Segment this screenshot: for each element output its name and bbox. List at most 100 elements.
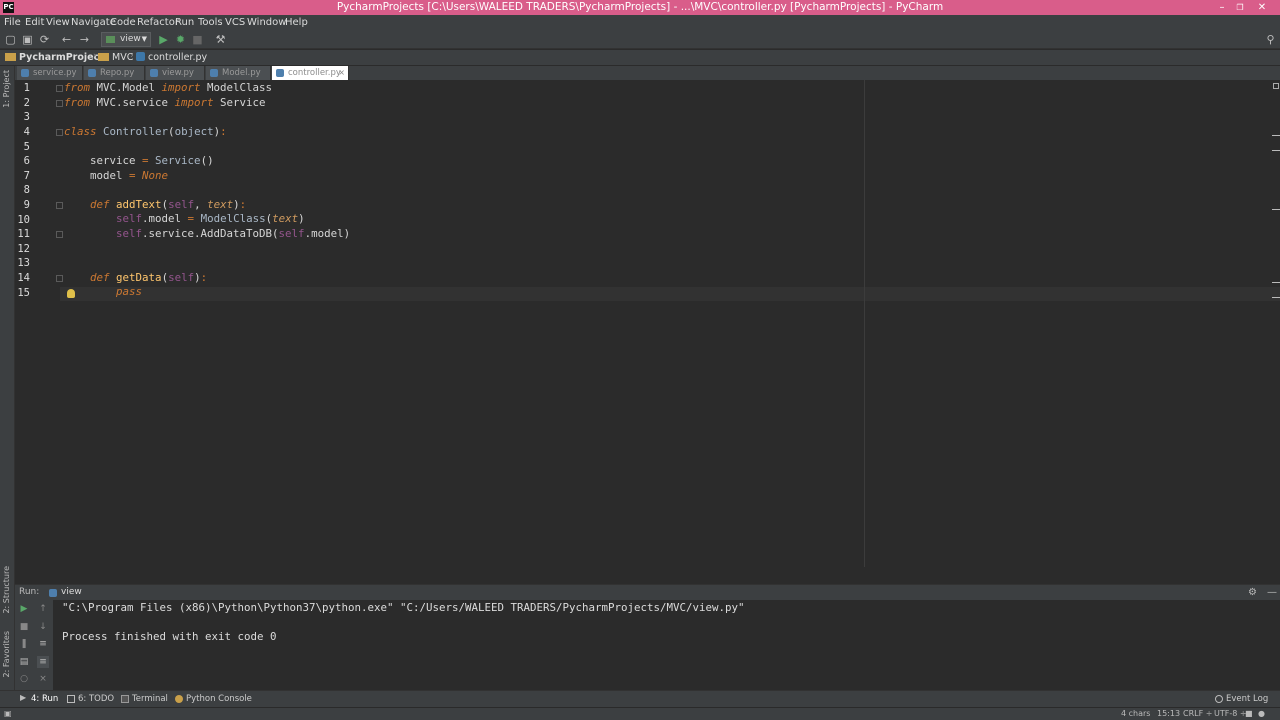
save-icon[interactable]: ▣ [21,33,34,46]
todo-tool-tab[interactable]: 6: TODO [67,694,114,704]
lock-icon[interactable]: ■ [1245,709,1253,718]
menu-tools[interactable]: Tools [198,16,223,29]
code-text[interactable]: from MVC.Model import ModelClass from MV… [64,81,350,300]
menu-window[interactable]: Window [247,16,286,29]
maximize-button[interactable]: ❐ [1231,0,1249,15]
run-config-label: view [120,34,141,44]
tab-service[interactable]: service.py [17,66,83,80]
line-number: 11 [17,228,30,240]
terminal-tool-tab[interactable]: Terminal [121,694,168,704]
line-number: 1 [23,82,30,94]
layout-icon[interactable]: ▤ [18,656,30,668]
python-file-icon [88,69,96,77]
python-file-icon [150,69,158,77]
python-file-icon [49,589,57,597]
stop-icon[interactable]: ■ [18,621,30,633]
pin-icon[interactable]: ○ [18,673,30,685]
fold-icon[interactable] [56,231,63,238]
line-number: 9 [23,199,30,211]
structure-tool-button[interactable]: 2: Structure [2,566,11,614]
search-icon[interactable]: ⚲ [1264,33,1277,46]
menu-file[interactable]: File [4,16,21,29]
status-encoding[interactable]: UTF-8 ÷ [1214,709,1247,718]
title-bar: PC PycharmProjects [C:\Users\WALEED TRAD… [0,0,1280,15]
todo-icon [67,695,75,703]
fold-icon[interactable] [56,275,63,282]
line-number: 12 [17,243,30,255]
gear-icon[interactable]: ⚙ [1248,587,1257,598]
close-button[interactable]: ✕ [1253,0,1271,15]
close-tab-icon[interactable]: × [338,66,345,80]
scroll-marker[interactable] [1272,297,1280,298]
tab-repo[interactable]: Repo.py [84,66,145,80]
soft-wrap-icon[interactable]: ≡ [37,638,49,650]
scroll-marker[interactable] [1272,135,1280,136]
breadcrumb: PycharmProjects › MVC › controller.py [0,50,1280,65]
play-icon: ▶ [20,693,27,702]
fold-icon[interactable] [56,129,63,136]
fold-icon[interactable] [56,85,63,92]
line-number: 7 [23,170,30,182]
scroll-to-end-icon[interactable]: ≡ [37,656,49,668]
pause-icon[interactable]: ❚ [18,638,30,650]
menu-edit[interactable]: Edit [25,16,44,29]
line-number: 14 [17,272,30,284]
favorites-tool-button[interactable]: 2: Favorites [2,631,11,677]
close-icon[interactable]: × [37,673,49,685]
run-config-select[interactable]: view ▼ [101,32,151,47]
stop-icon[interactable]: ■ [191,33,204,46]
code-editor[interactable]: 1 2 3 4 5 6 7 8 9 10 11 12 13 14 15 from… [15,80,1280,583]
tab-view[interactable]: view.py [146,66,205,80]
rerun-icon[interactable]: ▶ [18,603,30,615]
chevron-down-icon: ▼ [141,35,147,43]
debug-icon[interactable]: ✹ [174,33,187,46]
line-number: 5 [23,141,30,153]
python-console-tool-tab[interactable]: Python Console [175,694,252,704]
hide-panel-icon[interactable]: — [1267,587,1277,598]
minimize-button[interactable]: – [1213,0,1231,15]
settings-wrench-icon[interactable]: ⚒ [214,33,227,46]
toggle-tool-windows-icon[interactable]: ▣ [4,709,12,718]
window-title: PycharmProjects [C:\Users\WALEED TRADERS… [336,1,944,13]
folder-open-icon[interactable]: ▢ [4,33,17,46]
git-icon[interactable]: ● [1258,709,1265,718]
event-log-tool-tab[interactable]: Event Log [1215,694,1268,704]
line-number: 10 [17,214,30,226]
menu-view[interactable]: View [46,16,70,29]
down-arrow-icon[interactable]: ↓ [37,621,49,633]
status-selection-chars: 4 chars [1121,709,1151,718]
menu-refactor[interactable]: Refactor [137,16,179,29]
fold-icon[interactable] [56,100,63,107]
menu-code[interactable]: Code [110,16,136,29]
scroll-marker[interactable] [1272,150,1280,151]
back-icon[interactable]: ← [60,33,73,46]
menu-bar: File Edit View Navigate Code Refactor Ru… [0,15,1280,30]
menu-help[interactable]: Help [285,16,308,29]
breadcrumb-file[interactable]: controller.py [136,51,207,64]
sync-icon[interactable]: ⟳ [38,33,51,46]
breadcrumb-mvc[interactable]: MVC [98,51,133,64]
forward-icon[interactable]: → [78,33,91,46]
line-number: 15 [17,287,30,299]
status-line-separator[interactable]: CRLF ÷ [1183,709,1212,718]
gutter: 1 2 3 4 5 6 7 8 9 10 11 12 13 14 15 [15,80,63,583]
run-tab-view[interactable]: view [49,587,82,597]
tab-model[interactable]: Model.py [206,66,271,80]
run-tool-tab[interactable]: ▶ 4: Run [20,693,58,704]
status-caret-position[interactable]: 15:13 [1157,709,1180,718]
run-side-toolbar: ▶ ↑ ■ ↓ ❚ ≡ ▤ ≡ ○ × [15,600,53,690]
run-icon[interactable]: ▶ [157,33,170,46]
run-console[interactable]: "C:\Program Files (x86)\Python\Python37\… [53,600,1280,690]
line-number: 4 [23,126,30,138]
fold-icon[interactable] [56,202,63,209]
python-file-icon [21,69,29,77]
project-tool-button[interactable]: 1: Project [2,70,11,108]
scroll-marker[interactable] [1272,209,1280,210]
console-command-line: "C:\Program Files (x86)\Python\Python37\… [62,601,745,614]
up-arrow-icon[interactable]: ↑ [37,603,49,615]
tab-controller[interactable]: controller.py × [272,66,349,80]
scroll-marker[interactable] [1272,282,1280,283]
menu-vcs[interactable]: VCS [225,16,245,29]
menu-run[interactable]: Run [175,16,194,29]
inspection-status-icon[interactable] [1273,83,1279,89]
